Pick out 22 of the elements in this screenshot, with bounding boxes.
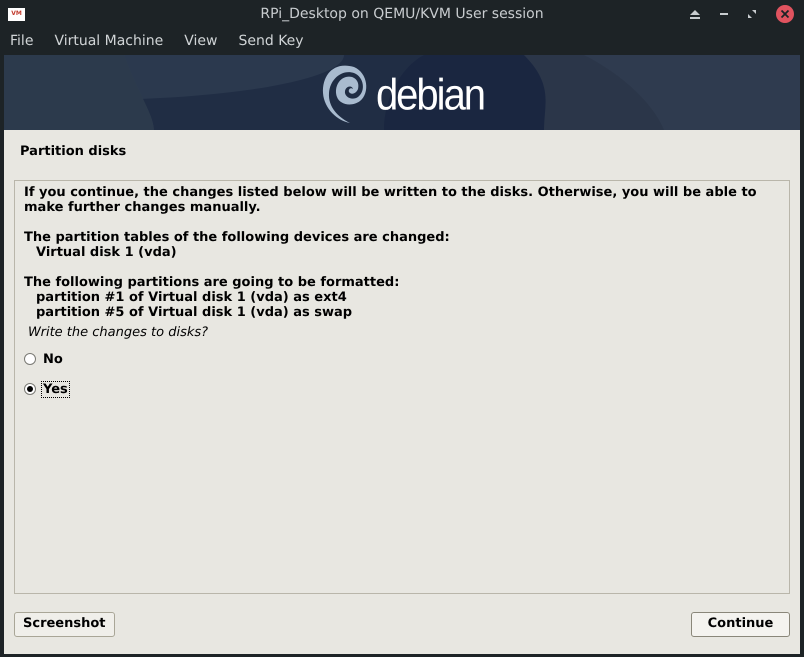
continue-button[interactable]: Continue: [691, 612, 790, 636]
close-icon[interactable]: [776, 5, 794, 23]
radio-button[interactable]: [24, 353, 36, 365]
section-heading: The following partitions are going to be formatted:: [24, 274, 400, 290]
menu-item[interactable]: File: [10, 31, 34, 52]
list-item: Virtual disk 1 (vda): [35, 244, 178, 260]
window-title: RPi_Desktop on QEMU/KVM User session: [260, 4, 544, 24]
question-text: Write the changes to disks?: [27, 324, 210, 340]
page-title: Partition disks: [19, 143, 128, 161]
menu-item[interactable]: Send Key: [238, 31, 304, 52]
menu-item[interactable]: View: [184, 31, 218, 52]
intro-text: If you continue, the changes listed below will be written to the disks. Otherwise, you will be able to make further changes manually.: [24, 184, 758, 214]
logo-text: debian: [376, 72, 484, 116]
menu-item[interactable]: Virtual Machine: [54, 31, 164, 52]
radio-button[interactable]: [24, 383, 36, 395]
list-item: partition #5 of Virtual disk 1 (vda) as swap: [35, 304, 354, 320]
list-item: partition #1 of Virtual disk 1 (vda) as ext4: [35, 290, 348, 304]
maximize-icon[interactable]: [748, 10, 756, 18]
section-heading: The partition tables of the following devices are changed:: [24, 230, 451, 244]
eject-icon[interactable]: [690, 10, 700, 18]
radio-option[interactable]: No: [24, 350, 65, 368]
screenshot-button[interactable]: Screenshot: [14, 612, 115, 636]
